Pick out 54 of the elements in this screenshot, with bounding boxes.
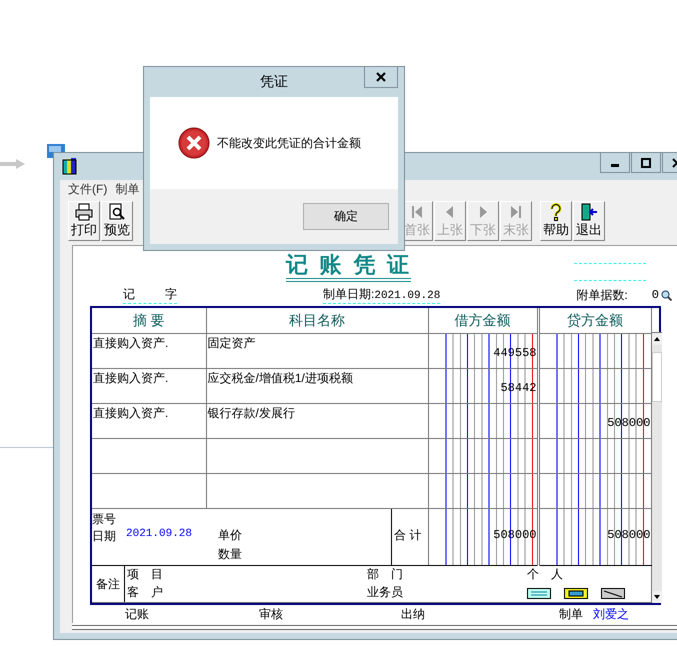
project-label: 项 目 xyxy=(127,566,164,584)
error-icon xyxy=(178,127,210,159)
ok-button[interactable]: 确定 xyxy=(303,203,389,230)
books-icon xyxy=(62,157,78,176)
department-label: 部 门 xyxy=(367,566,404,584)
minimize-button[interactable] xyxy=(600,153,630,173)
card-icon[interactable] xyxy=(564,588,588,600)
close-icon xyxy=(376,72,386,82)
maximize-button[interactable] xyxy=(631,153,661,173)
menu-item[interactable]: 制单 xyxy=(115,180,140,198)
search-icon[interactable] xyxy=(660,290,672,301)
signature-name: 刘爱之 xyxy=(593,606,629,624)
date-value[interactable]: 2021.09.28 xyxy=(126,528,192,546)
total-label: 合 计 xyxy=(393,527,422,544)
staff-label: 业务员 xyxy=(367,584,404,602)
scrollbar-thumb[interactable] xyxy=(652,352,662,402)
page-magnifier-icon xyxy=(108,202,126,221)
scroll-down-icon[interactable] xyxy=(652,591,662,604)
dialog-title: 凭证 xyxy=(260,73,288,91)
maximize-icon xyxy=(641,158,651,168)
voucher-date[interactable]: 制单日期:2021.09.28 xyxy=(323,286,440,304)
column-header: 贷方金额 xyxy=(538,308,651,334)
signature-label: 制单 xyxy=(559,606,583,624)
toolbar-button[interactable]: 帮助 xyxy=(540,200,572,241)
voucher-type[interactable]: 记 xyxy=(123,286,135,304)
toolbar-button[interactable]: 退出 xyxy=(573,200,605,241)
dialog-message: 不能改变此凭证的合计金额 xyxy=(217,134,361,152)
door-arrow-icon xyxy=(580,202,598,221)
quantity-label: 数量 xyxy=(218,546,242,564)
card-icon[interactable] xyxy=(527,588,551,600)
card-icon[interactable] xyxy=(601,588,625,600)
toolbar-button[interactable]: 预览 xyxy=(101,200,133,241)
scrollbar[interactable] xyxy=(652,333,662,604)
toolbar-button[interactable]: 打印 xyxy=(68,200,100,241)
scroll-up-icon[interactable] xyxy=(652,333,662,346)
menu-item[interactable]: 文件(F) xyxy=(68,180,108,198)
arrow-icon xyxy=(0,159,26,169)
signature-label: 记账 xyxy=(125,606,149,624)
signature-label: 审核 xyxy=(259,606,283,624)
signature-label: 出纳 xyxy=(401,606,425,624)
person-label: 个 人 xyxy=(527,566,564,584)
attachment-count[interactable]: 0 xyxy=(652,288,659,302)
column-header: 摘 要 xyxy=(92,308,206,334)
minimize-icon xyxy=(611,164,619,167)
notes-label: 备注 xyxy=(92,566,125,602)
voucher-type-suffix: 字 xyxy=(165,286,177,304)
close-button[interactable] xyxy=(364,67,398,88)
ticket-label: 票号 xyxy=(92,511,117,528)
printer-icon xyxy=(75,202,93,221)
column-header: 科目名称 xyxy=(206,308,428,334)
customer-label: 客 户 xyxy=(127,584,164,602)
date-label: 日期 xyxy=(92,528,116,546)
price-label: 单价 xyxy=(218,527,242,544)
attachment-label: 附单据数: xyxy=(576,286,628,304)
